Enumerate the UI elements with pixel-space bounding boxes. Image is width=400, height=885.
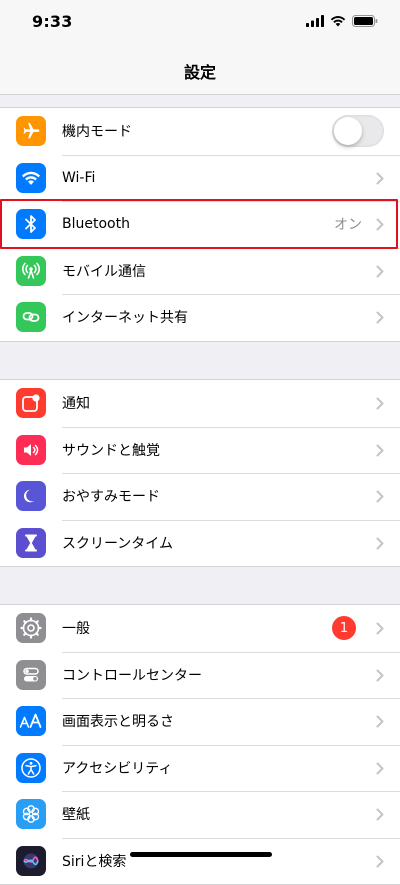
status-icons <box>306 15 378 27</box>
settings-row-label: アクセシビリティ <box>62 760 173 777</box>
settings-row-label: 壁紙 <box>62 807 90 824</box>
settings-row-label: コントロールセンター <box>62 667 202 684</box>
chevron-right-icon <box>376 265 384 277</box>
settings-row-wifi[interactable]: Wi-Fi <box>0 154 400 202</box>
navigation-bar: 設定 <box>0 48 400 95</box>
settings-group-notifications: 通知 サウンドと触覚 おやすみモード スクリーンタイム <box>0 379 400 567</box>
settings-row-label: 画面表示と明るさ <box>62 714 174 731</box>
settings-row-label: Wi-Fi <box>62 169 96 186</box>
chevron-right-icon <box>376 808 384 821</box>
chevron-right-icon <box>376 490 384 503</box>
settings-row-screen-time[interactable]: スクリーンタイム <box>0 519 400 567</box>
signal-icon <box>306 15 324 27</box>
settings-row-display-brightness[interactable]: 画面表示と明るさ <box>0 698 400 745</box>
settings-row-control-center[interactable]: コントロールセンター <box>0 651 400 699</box>
settings-row-label: インターネット共有 <box>62 310 188 327</box>
chevron-right-icon <box>376 762 384 774</box>
settings-row-cellular[interactable]: モバイル通信 <box>0 247 400 295</box>
chevron-right-icon <box>376 397 384 410</box>
settings-group-general: 一般 1 コントロールセンター 画面表示と明るさ アクセシビリティ 壁紙 Sir… <box>0 604 400 885</box>
cellular-icon <box>16 255 46 286</box>
settings-row-sounds-haptics[interactable]: サウンドと触覚 <box>0 426 400 474</box>
status-bar: 9:33 <box>0 0 400 48</box>
wifi-status-icon <box>330 16 346 27</box>
settings-row-airplane-mode[interactable]: 機内モード <box>0 108 400 155</box>
hourglass-icon <box>16 527 46 558</box>
status-time: 9:33 <box>32 12 73 31</box>
settings-row-label: 機内モード <box>62 124 132 141</box>
airplane-mode-toggle[interactable] <box>332 115 384 147</box>
switches-icon <box>16 659 46 690</box>
wifi-icon <box>16 162 46 193</box>
settings-row-label: おやすみモード <box>62 489 160 506</box>
accessibility-icon <box>16 752 46 783</box>
battery-icon <box>352 15 378 27</box>
speaker-icon <box>16 434 46 465</box>
settings-row-accessibility[interactable]: アクセシビリティ <box>0 744 400 792</box>
settings-row-label: Siriと検索 <box>62 853 127 870</box>
bluetooth-highlight-box <box>0 199 398 249</box>
text-size-icon <box>16 706 46 736</box>
siri-icon <box>16 845 46 876</box>
chevron-right-icon <box>376 715 384 728</box>
chevron-right-icon <box>376 622 384 635</box>
settings-row-notifications[interactable]: 通知 <box>0 380 400 427</box>
settings-row-label: 一般 <box>62 621 90 638</box>
settings-row-label: スクリーンタイム <box>62 535 174 552</box>
gear-icon <box>16 613 46 643</box>
settings-row-label: サウンドと触覚 <box>62 442 160 459</box>
settings-row-siri-search[interactable]: Siriと検索 <box>0 837 400 885</box>
chevron-right-icon <box>376 172 384 184</box>
chevron-right-icon <box>376 537 384 549</box>
wallpaper-icon <box>16 799 46 829</box>
toggle-knob <box>334 117 362 145</box>
settings-row-general[interactable]: 一般 1 <box>0 605 400 652</box>
hotspot-icon <box>16 302 46 332</box>
chevron-right-icon <box>376 311 384 324</box>
moon-icon <box>16 481 46 511</box>
home-indicator[interactable] <box>130 852 272 857</box>
airplane-icon <box>16 116 46 146</box>
chevron-right-icon <box>376 444 384 456</box>
update-badge: 1 <box>332 616 356 640</box>
chevron-right-icon <box>376 669 384 681</box>
notifications-icon <box>16 388 46 418</box>
settings-row-label: モバイル通信 <box>62 263 146 280</box>
settings-row-do-not-disturb[interactable]: おやすみモード <box>0 473 400 520</box>
settings-row-label: 通知 <box>62 396 90 413</box>
settings-row-personal-hotspot[interactable]: インターネット共有 <box>0 294 400 341</box>
settings-row-wallpaper[interactable]: 壁紙 <box>0 791 400 838</box>
page-title: 設定 <box>183 63 216 82</box>
